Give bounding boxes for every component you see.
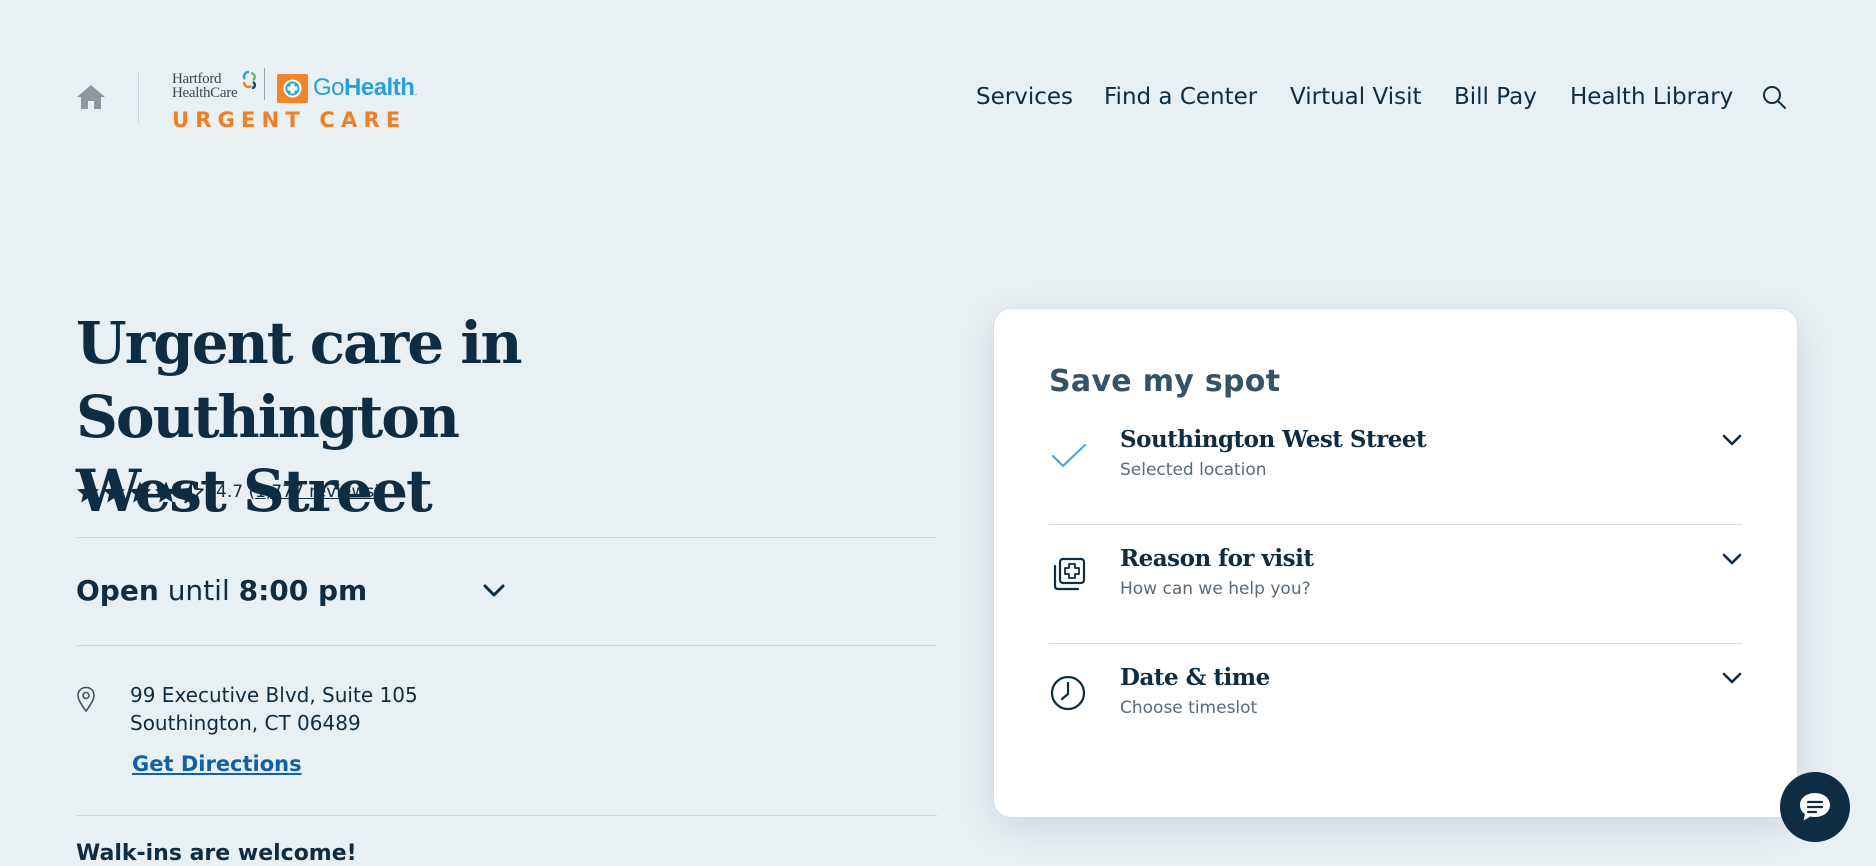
step-subtitle: Selected location [1120,460,1267,480]
step-location[interactable]: Southington West Street Selected locatio… [1049,426,1743,544]
rating-summary: 4.7 (1,777 reviews) [76,477,381,507]
reviews-link[interactable]: 1,777 reviews [255,482,374,502]
step-title: Reason for visit [1120,545,1314,572]
logo-separator [264,68,265,100]
home-icon[interactable] [76,83,106,111]
chat-bubble-icon [1800,793,1830,821]
step-title: Date & time [1120,664,1270,691]
section-divider [76,815,937,816]
walk-ins-heading: Walk-ins are welcome! [76,841,357,866]
step-date-time[interactable]: Date & time Choose timeslot [1049,664,1743,782]
star-rating [76,480,204,504]
search-icon[interactable] [1762,85,1786,109]
step-subtitle: Choose timeslot [1120,698,1258,718]
step-subtitle: How can we help you? [1120,579,1311,599]
hours-status[interactable]: Open until 8:00 pm [76,573,367,609]
half-star-icon [180,480,204,504]
star-icon [77,481,99,503]
save-my-spot-card: Save my spot Southington West Street Sel… [993,308,1798,818]
header-divider [138,72,139,123]
chevron-down-icon[interactable] [482,583,506,599]
step-divider [1049,643,1742,644]
nav-item-find-a-center[interactable]: Find a Center [1104,82,1257,112]
nav-item-health-library[interactable]: Health Library [1570,82,1733,112]
partner-logo-text: Hartford HealthCare [172,71,238,101]
get-directions-link[interactable]: Get Directions [132,752,302,776]
location-pin-icon [77,686,95,713]
chevron-down-icon[interactable] [1721,552,1743,566]
gohealth-mark-icon [277,74,308,103]
nav-item-services[interactable]: Services [976,82,1073,112]
card-title: Save my spot [1049,364,1281,399]
star-icon [129,481,151,503]
chat-button[interactable] [1780,772,1850,842]
gohealth-wordmark: GoHealth. [313,74,418,101]
brand-logo[interactable]: Hartford HealthCare GoHealth. URGENT CAR… [172,68,424,132]
star-icon [103,481,125,503]
section-divider [76,645,937,646]
urgent-care-tagline: URGENT CARE [172,108,407,132]
clock-icon [1050,675,1086,711]
rating-value: 4.7 (1,777 reviews) [216,482,381,502]
step-reason[interactable]: Reason for visit How can we help you? [1049,545,1743,663]
medical-cross-icon [1053,557,1086,591]
star-icon [155,481,177,503]
step-title: Southington West Street [1120,426,1427,453]
chevron-down-icon[interactable] [1721,671,1743,685]
step-divider [1049,524,1742,525]
nav-item-virtual-visit[interactable]: Virtual Visit [1290,82,1421,112]
check-icon [1051,443,1087,468]
nav-item-bill-pay[interactable]: Bill Pay [1454,82,1537,112]
address-line1: 99 Executive Blvd, Suite 105 [130,683,418,707]
address: 99 Executive Blvd, Suite 105 Southington… [130,681,418,737]
address-line2: Southington, CT 06489 [130,711,361,735]
chevron-down-icon[interactable] [1721,433,1743,447]
section-divider [76,537,937,538]
partner-logo-mark-icon [242,70,256,90]
